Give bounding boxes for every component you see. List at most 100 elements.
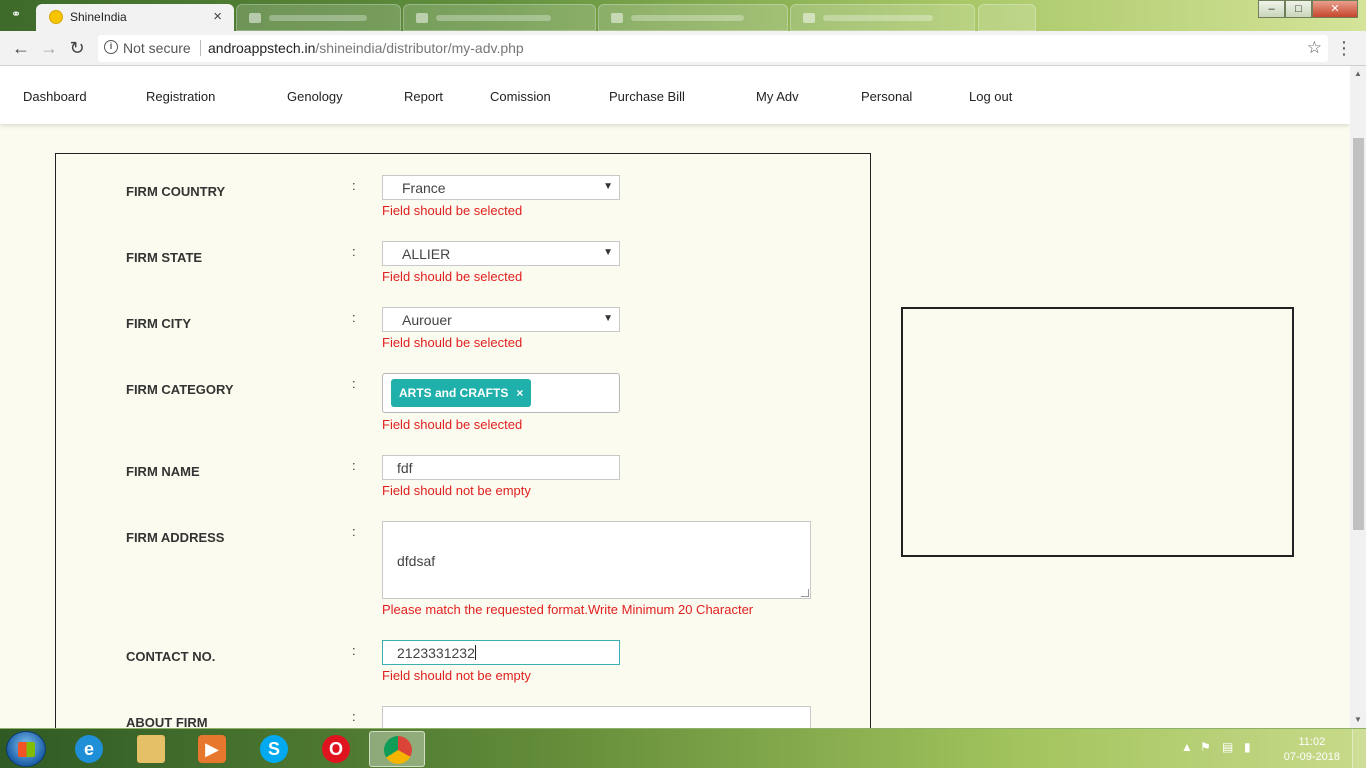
clock-time: 11:02 xyxy=(1298,736,1326,748)
nav-comission[interactable]: Comission xyxy=(490,89,551,104)
tab-background-4[interactable] xyxy=(790,4,975,31)
show-desktop-button[interactable] xyxy=(1352,729,1366,768)
forward-arrow-icon[interactable]: → xyxy=(38,37,60,59)
info-icon[interactable]: i xyxy=(104,40,118,54)
nav-dashboard[interactable]: Dashboard xyxy=(23,89,87,104)
text-cursor xyxy=(474,645,476,660)
firm-city-select[interactable]: Aurouer ▼ xyxy=(382,307,620,332)
taskbar-media-player[interactable]: ▶ xyxy=(184,731,240,767)
tab-background-1[interactable] xyxy=(236,4,401,31)
nav-registration[interactable]: Registration xyxy=(146,89,215,104)
taskbar-explorer[interactable] xyxy=(123,731,179,767)
firm-category-label: FIRM CATEGORY xyxy=(126,382,234,397)
firm-category-multiselect[interactable]: ARTS and CRAFTS × xyxy=(382,373,620,413)
back-arrow-icon[interactable]: ← xyxy=(10,37,32,59)
action-center-flag-icon[interactable]: ⚑ xyxy=(1200,740,1211,754)
web-page: Dashboard Registration Genology Report C… xyxy=(0,66,1350,728)
firm-name-input[interactable]: fdf xyxy=(382,455,620,480)
colon: : xyxy=(352,310,356,325)
tab-favicon-icon xyxy=(249,13,261,23)
firm-address-error: Please match the requested format.Write … xyxy=(382,602,754,617)
tab-shineindia[interactable]: ShineIndia × xyxy=(36,4,234,31)
window-controls: – □ ✕ xyxy=(1258,0,1358,20)
close-window-button[interactable]: ✕ xyxy=(1312,0,1358,18)
shineindia-favicon-icon xyxy=(49,10,63,24)
taskbar-chrome[interactable] xyxy=(369,731,425,767)
nav-logout[interactable]: Log out xyxy=(969,89,1012,104)
top-navigation: Dashboard Registration Genology Report C… xyxy=(0,66,1350,124)
colon: : xyxy=(352,178,356,193)
firm-state-error: Field should be selected xyxy=(382,269,523,284)
tab-close-icon[interactable]: × xyxy=(213,8,222,25)
nav-my-adv[interactable]: My Adv xyxy=(756,89,799,104)
browser-toolbar: ← → ↻ i Not secure androappstech.in/shin… xyxy=(0,31,1366,66)
nav-personal[interactable]: Personal xyxy=(861,89,912,104)
reload-icon[interactable]: ↻ xyxy=(66,37,88,59)
firm-city-error: Field should be selected xyxy=(382,335,523,350)
resize-grip-icon[interactable] xyxy=(801,589,809,597)
url-host: androappstech.in xyxy=(208,40,316,56)
about-firm-label: ABOUT FIRM xyxy=(126,715,208,728)
tab-title-blurred xyxy=(631,15,744,21)
maximize-button[interactable]: □ xyxy=(1285,0,1312,18)
taskbar-ie[interactable]: e xyxy=(61,731,117,767)
firm-country-select[interactable]: France ▼ xyxy=(382,175,620,200)
opera-icon: O xyxy=(322,735,350,763)
firm-state-select[interactable]: ALLIER ▼ xyxy=(382,241,620,266)
start-button[interactable] xyxy=(6,731,46,767)
category-tag: ARTS and CRAFTS × xyxy=(391,379,532,407)
minimize-button[interactable]: – xyxy=(1258,0,1285,18)
chrome-icon xyxy=(384,736,412,764)
page-scrollbar[interactable]: ▲ ▼ xyxy=(1350,66,1366,728)
scroll-down-icon[interactable]: ▼ xyxy=(1350,712,1366,728)
taskbar-skype[interactable]: S xyxy=(246,731,302,767)
tab-background-2[interactable] xyxy=(403,4,596,31)
category-tag-label: ARTS and CRAFTS xyxy=(399,386,509,400)
tab-title-blurred xyxy=(436,15,551,21)
bookmark-star-icon[interactable]: ☆ xyxy=(1307,38,1322,58)
firm-city-label: FIRM CITY xyxy=(126,316,191,331)
scroll-up-icon[interactable]: ▲ xyxy=(1350,66,1366,82)
firm-address-value: dfdsaf xyxy=(397,553,436,569)
tab-title: ShineIndia xyxy=(70,10,127,24)
dropdown-arrow-icon: ▼ xyxy=(603,181,613,192)
firm-category-error: Field should be selected xyxy=(382,417,523,432)
firm-country-label: FIRM COUNTRY xyxy=(126,184,226,199)
colon: : xyxy=(352,709,356,724)
media-player-icon: ▶ xyxy=(198,735,226,763)
firm-address-textarea[interactable]: dfdsaf xyxy=(382,521,811,599)
colon: : xyxy=(352,524,356,539)
colon: : xyxy=(352,244,356,259)
show-hidden-icons-icon[interactable]: ▲ xyxy=(1181,740,1193,754)
windows-taskbar: e ▶ S O ▲ ⚑ ▤ ▮ 11:02 07-09-2018 xyxy=(0,728,1366,768)
tab-background-3[interactable] xyxy=(598,4,788,31)
advertisement-preview-box xyxy=(901,307,1294,557)
firm-country-value: France xyxy=(402,180,446,196)
url-text[interactable]: androappstech.in/shineindia/distributor/… xyxy=(208,40,524,56)
taskbar-opera[interactable]: O xyxy=(308,731,364,767)
windows-logo-icon xyxy=(18,742,35,757)
tab-title-blurred xyxy=(823,15,933,21)
tab-favicon-icon xyxy=(803,13,815,23)
chrome-menu-icon[interactable]: ⋮ xyxy=(1335,37,1353,59)
firm-country-error: Field should be selected xyxy=(382,203,523,218)
address-bar[interactable]: i Not secure androappstech.in/shineindia… xyxy=(98,35,1328,62)
firm-name-label: FIRM NAME xyxy=(126,464,200,479)
tab-favicon-icon xyxy=(611,13,623,23)
tag-remove-icon[interactable]: × xyxy=(516,386,523,400)
scrollbar-thumb[interactable] xyxy=(1353,138,1364,530)
contact-no-input[interactable]: 2123331232 xyxy=(382,640,620,665)
volume-icon[interactable]: ▮ xyxy=(1244,740,1251,754)
internet-explorer-icon: e xyxy=(75,735,103,763)
clock[interactable]: 11:02 07-09-2018 xyxy=(1284,735,1340,765)
profile-icon[interactable]: ⚭ xyxy=(6,7,26,23)
tab-title-blurred xyxy=(269,15,367,21)
nav-genology[interactable]: Genology xyxy=(287,89,343,104)
new-tab-button[interactable] xyxy=(978,4,1036,31)
nav-report[interactable]: Report xyxy=(404,89,443,104)
nav-purchase-bill[interactable]: Purchase Bill xyxy=(609,89,685,104)
about-firm-textarea[interactable] xyxy=(382,706,811,728)
firm-city-value: Aurouer xyxy=(402,312,452,328)
clock-date: 07-09-2018 xyxy=(1283,751,1340,763)
network-icon[interactable]: ▤ xyxy=(1222,740,1233,754)
